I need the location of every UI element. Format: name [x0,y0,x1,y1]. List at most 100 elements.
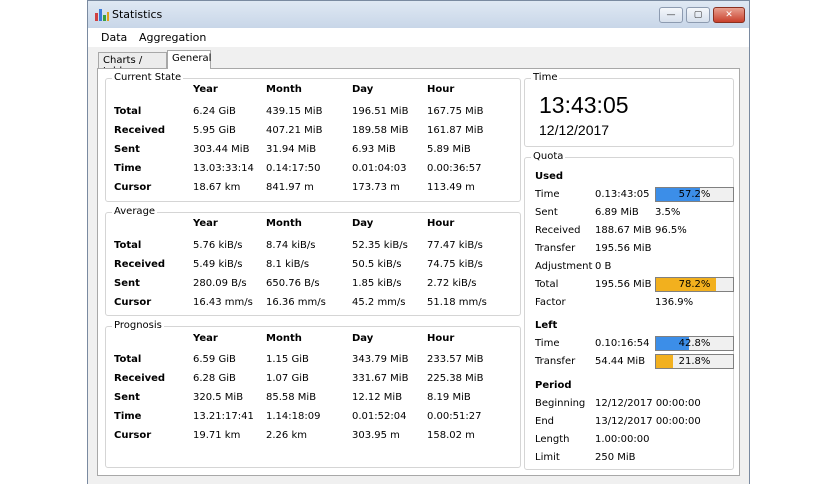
table-cell: 343.79 MiB [352,354,409,365]
row-label: Time [114,163,142,174]
table-cell: 6.93 MiB [352,144,396,155]
period-heading: Period [535,380,572,391]
row-label: Received [114,373,166,384]
period-length-value: 1.00:00:00 [595,434,650,445]
left-time-progress-bar: 42.8% [655,336,734,351]
used-received-percent: 96.5% [655,225,687,236]
table-cell: 320.5 MiB [193,392,244,403]
period-limit-label: Limit [535,452,560,463]
column-header: Day [352,218,374,229]
average-title: Average [112,206,158,217]
table-cell: 5.76 kiB/s [193,240,243,251]
used-received-label: Received [535,225,581,236]
used-sent-percent: 3.5% [655,207,681,218]
table-cell: 303.95 m [352,430,400,441]
row-label: Total [114,240,142,251]
minimize-button[interactable]: — [659,7,683,23]
menu-bar: Data Aggregation [88,28,749,47]
table-cell: 8.74 kiB/s [266,240,316,251]
row-label: Received [114,259,166,270]
table-cell: 196.51 MiB [352,106,409,117]
row-label: Received [114,125,166,136]
used-factor-value: 136.9% [655,297,694,308]
row-label: Sent [114,278,140,289]
row-label: Cursor [114,297,152,308]
table-cell: 0.01:04:03 [352,163,407,174]
table-cell: 650.76 B/s [266,278,320,289]
period-beginning-label: Beginning [535,398,586,409]
used-total-label: Total [535,279,559,290]
left-transfer-progress-bar: 21.8% [655,354,734,369]
table-cell: 5.89 MiB [427,144,471,155]
tab-charts-tables[interactable]: Charts / tables [98,52,167,77]
used-heading: Used [535,171,564,182]
table-cell: 8.19 MiB [427,392,471,403]
table-cell: 19.71 km [193,430,241,441]
table-cell: 51.18 mm/s [427,297,487,308]
used-factor-label: Factor [535,297,566,308]
maximize-button[interactable]: ▢ [686,7,710,23]
menu-aggregation[interactable]: Aggregation [139,31,206,44]
used-transfer-label: Transfer [535,243,576,254]
bar-chart-icon [95,9,109,21]
date-display: 12/12/2017 [539,122,610,138]
row-label: Total [114,354,142,365]
period-end-value: 13/12/2017 00:00:00 [595,416,701,427]
used-total-value: 195.56 MiB [595,279,652,290]
table-cell: 439.15 MiB [266,106,323,117]
table-cell: 45.2 mm/s [352,297,406,308]
table-cell: 0.00:36:57 [427,163,482,174]
left-time-label: Time [535,338,560,349]
used-sent-value: 6.89 MiB [595,207,639,218]
period-end-label: End [535,416,555,427]
prognosis-title: Prognosis [112,320,164,331]
table-cell: 2.72 kiB/s [427,278,477,289]
table-cell: 0.14:17:50 [266,163,321,174]
title-bar[interactable]: Statistics — ▢ ✕ [88,1,749,28]
table-cell: 16.43 mm/s [193,297,253,308]
table-cell: 12.12 MiB [352,392,403,403]
used-sent-label: Sent [535,207,558,218]
current-state-group: Current State Year Month Day Hour Total … [105,72,521,202]
table-cell: 1.07 GiB [266,373,309,384]
table-cell: 0.01:52:04 [352,411,407,422]
table-cell: 1.15 GiB [266,354,309,365]
used-time-progress-bar: 57.2% [655,187,734,202]
table-cell: 52.35 kiB/s [352,240,408,251]
column-header: Year [193,333,218,344]
prognosis-group: Prognosis Year Month Day Hour Total 6.59… [105,320,521,468]
table-cell: 158.02 m [427,430,475,441]
quota-title: Quota [531,151,566,162]
column-header: Hour [427,84,455,95]
left-transfer-label: Transfer [535,356,576,367]
column-header: Month [266,84,302,95]
table-cell: 8.1 kiB/s [266,259,310,270]
table-cell: 16.36 mm/s [266,297,326,308]
progress-text: 21.8% [678,356,711,367]
left-transfer-value: 54.44 MiB [595,356,646,367]
progress-text: 57.2% [678,189,711,200]
table-cell: 31.94 MiB [266,144,317,155]
column-header: Month [266,218,302,229]
close-button[interactable]: ✕ [713,7,745,23]
time-title: Time [531,72,560,83]
table-cell: 173.73 m [352,182,400,193]
period-limit-value: 250 MiB [595,452,636,463]
general-tab-panel: Current State Year Month Day Hour Total … [97,68,740,476]
used-transfer-value: 195.56 MiB [595,243,652,254]
table-cell: 1.14:18:09 [266,411,321,422]
table-cell: 6.24 GiB [193,106,236,117]
statistics-window: Statistics — ▢ ✕ Data Aggregation Charts… [87,0,750,484]
row-label: Cursor [114,430,152,441]
table-cell: 85.58 MiB [266,392,317,403]
column-header: Year [193,84,218,95]
menu-data[interactable]: Data [101,31,127,44]
table-cell: 5.95 GiB [193,125,236,136]
table-cell: 407.21 MiB [266,125,323,136]
used-received-value: 188.67 MiB [595,225,652,236]
tab-general[interactable]: General [167,50,211,69]
row-label: Sent [114,392,140,403]
table-cell: 280.09 B/s [193,278,247,289]
progress-text: 78.2% [678,279,711,290]
table-cell: 77.47 kiB/s [427,240,483,251]
